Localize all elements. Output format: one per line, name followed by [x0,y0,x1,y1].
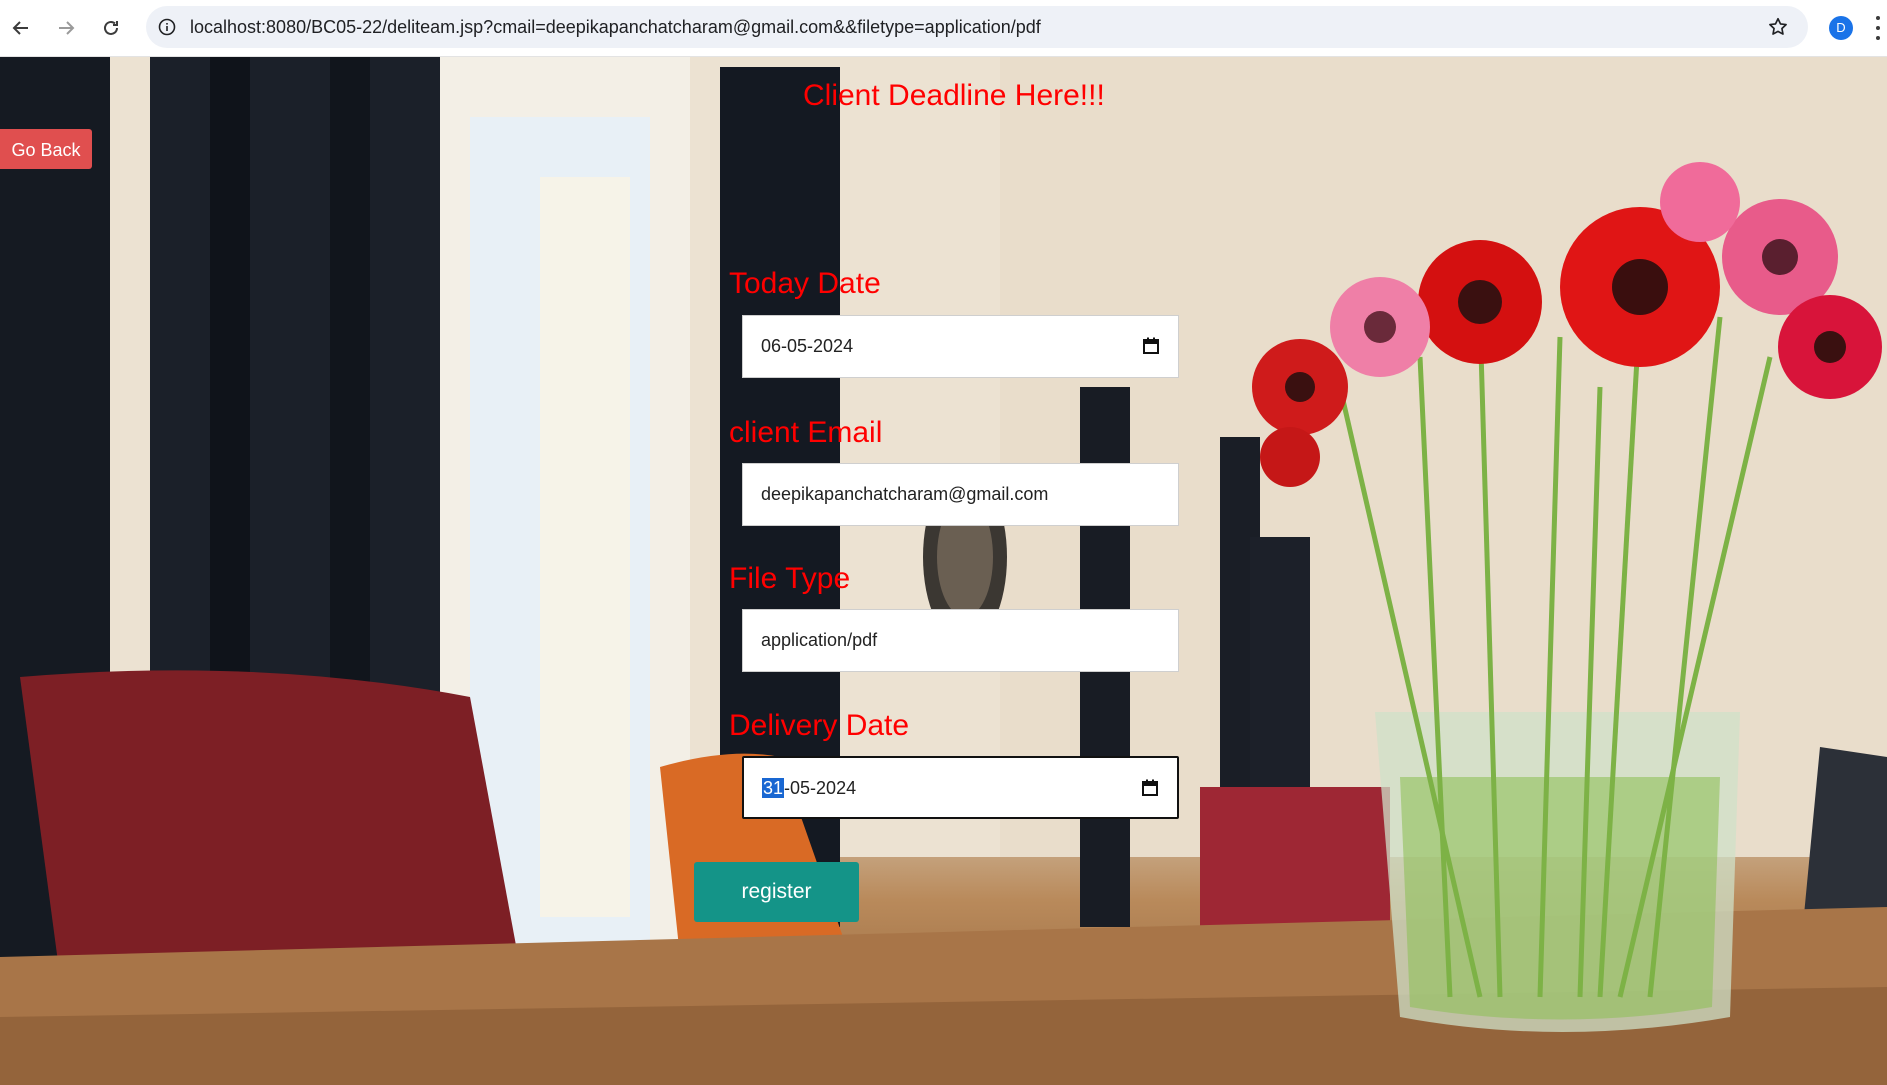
back-arrow-icon[interactable] [3,10,39,46]
client-email-value: deepikapanchatcharam@gmail.com [761,484,1049,504]
profile-avatar[interactable]: D [1829,16,1853,40]
bookmark-star-icon[interactable] [1766,15,1790,39]
today-date-input[interactable]: 06-05-2024 [742,315,1179,378]
go-back-button[interactable]: Go Back [0,129,92,169]
background-photo [0,57,1887,1085]
delivery-date-value: 31-05-2024 [762,758,856,819]
today-date-label: Today Date [729,267,881,300]
file-type-label: File Type [729,562,851,595]
browser-toolbar: localhost:8080/BC05-22/deliteam.jsp?cmai… [0,0,1887,57]
client-email-input[interactable]: deepikapanchatcharam@gmail.com [742,463,1179,526]
calendar-icon[interactable] [1141,779,1159,797]
calendar-icon[interactable] [1142,337,1160,355]
delivery-date-input[interactable]: 31-05-2024 [742,756,1179,819]
file-type-input[interactable]: application/pdf [742,609,1179,672]
page-background: Go Back Client Deadline Here!!! Today Da… [0,57,1887,1085]
address-bar[interactable]: localhost:8080/BC05-22/deliteam.jsp?cmai… [146,6,1808,48]
forward-arrow-icon[interactable] [48,10,84,46]
delivery-date-rest: -05-2024 [784,778,857,798]
reload-icon[interactable] [93,10,129,46]
site-info-icon[interactable] [156,16,178,38]
today-date-value: 06-05-2024 [761,336,854,356]
delivery-date-label: Delivery Date [729,709,910,742]
file-type-value: application/pdf [761,630,878,650]
url-text: localhost:8080/BC05-22/deliteam.jsp?cmai… [190,17,1041,37]
delivery-date-day-segment[interactable]: 31 [762,778,785,798]
client-email-label: client Email [729,416,883,449]
page-title: Client Deadline Here!!! [803,79,1105,112]
menu-kebab-icon[interactable] [1874,16,1882,40]
register-button[interactable]: register [694,862,859,922]
